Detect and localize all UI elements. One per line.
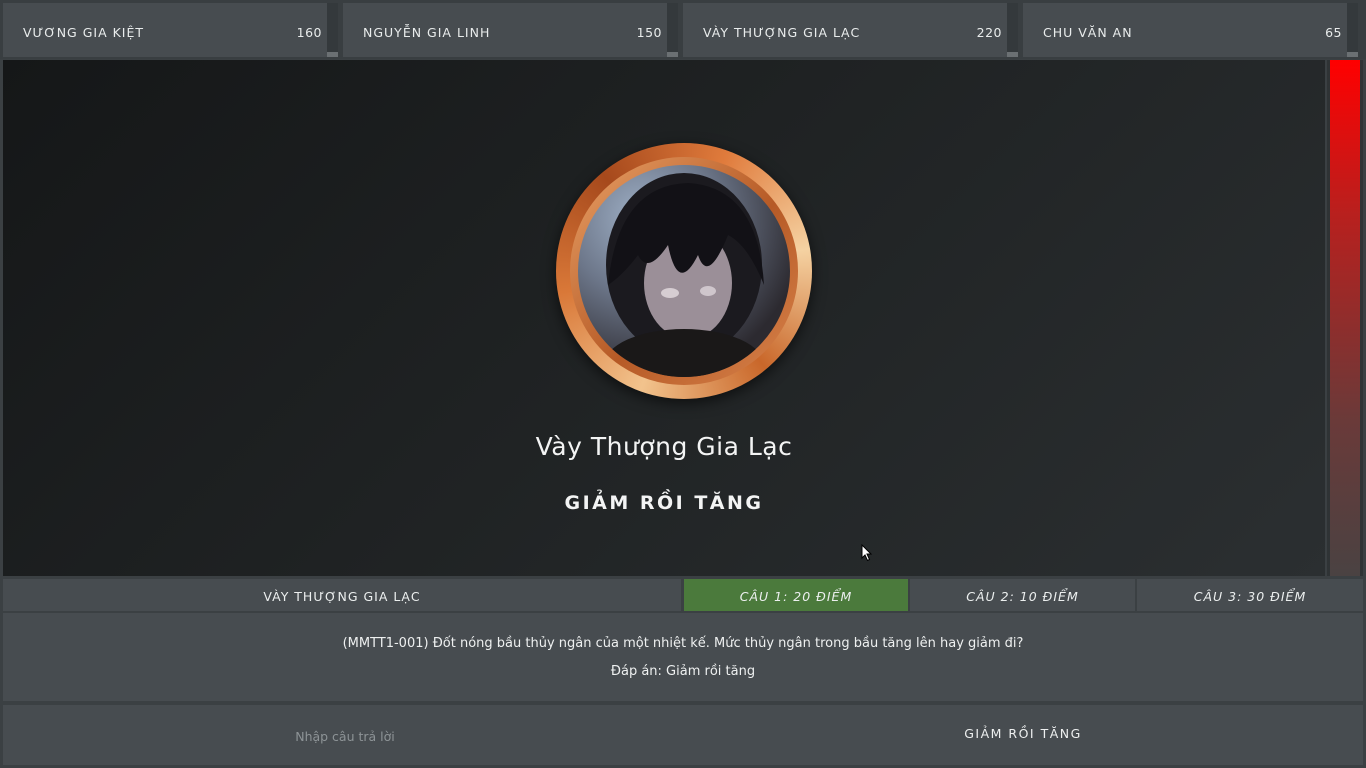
- player-score: 160: [296, 25, 322, 40]
- player-progress: [1347, 3, 1358, 57]
- tab-question-1[interactable]: CÂU 1: 20 ĐIỂM: [684, 579, 908, 611]
- player-score: 150: [636, 25, 662, 40]
- timer-bar: [1327, 60, 1363, 576]
- submitted-answer: GIẢM RỒI TĂNG: [964, 726, 1082, 741]
- player-avatar-photo: [578, 165, 790, 377]
- current-player-name: Vày Thượng Gia Lạc: [535, 432, 793, 461]
- player-card[interactable]: VƯƠNG GIA KIỆT 160: [3, 3, 338, 57]
- current-answer: GIẢM RỒI TĂNG: [564, 492, 764, 514]
- avatar-frame: [556, 143, 812, 399]
- players-scoreboard: VƯƠNG GIA KIỆT 160 NGUYỄN GIA LINH 150 V…: [0, 0, 1366, 59]
- answer-row: GIẢM RỒI TĂNG: [3, 705, 1363, 767]
- tab-question-3[interactable]: CÂU 3: 30 ĐIỂM: [1137, 579, 1363, 611]
- tab-question-2[interactable]: CÂU 2: 10 ĐIỂM: [910, 579, 1135, 611]
- question-bar: VÀY THƯỢNG GIA LẠC CÂU 1: 20 ĐIỂM CÂU 2:…: [0, 577, 1366, 612]
- player-name: NGUYỄN GIA LINH: [363, 25, 491, 40]
- answer-input[interactable]: [3, 705, 687, 767]
- timer-fill: [1330, 60, 1360, 576]
- player-card[interactable]: NGUYỄN GIA LINH 150: [343, 3, 678, 57]
- avatar-image: [604, 173, 764, 377]
- player-progress: [327, 3, 338, 57]
- mouse-cursor-icon: [861, 544, 873, 562]
- main-stage: Vày Thượng Gia Lạc GIẢM RỒI TĂNG: [3, 60, 1325, 576]
- question-player-name: VÀY THƯỢNG GIA LẠC: [3, 579, 681, 611]
- question-text: (MMTT1-001) Đốt nóng bầu thủy ngân của m…: [342, 636, 1024, 651]
- question-panel: (MMTT1-001) Đốt nóng bầu thủy ngân của m…: [3, 613, 1363, 701]
- player-card[interactable]: VÀY THƯỢNG GIA LẠC 220: [683, 3, 1018, 57]
- player-name: VƯƠNG GIA KIỆT: [23, 25, 145, 40]
- player-name: VÀY THƯỢNG GIA LẠC: [703, 25, 861, 40]
- player-name: CHU VĂN AN: [1043, 25, 1133, 40]
- question-answer: Đáp án: Giảm rồi tăng: [610, 664, 756, 679]
- player-score: 220: [976, 25, 1002, 40]
- player-progress: [667, 3, 678, 57]
- player-progress: [1007, 3, 1018, 57]
- player-score: 65: [1325, 25, 1342, 40]
- player-card[interactable]: CHU VĂN AN 65: [1023, 3, 1358, 57]
